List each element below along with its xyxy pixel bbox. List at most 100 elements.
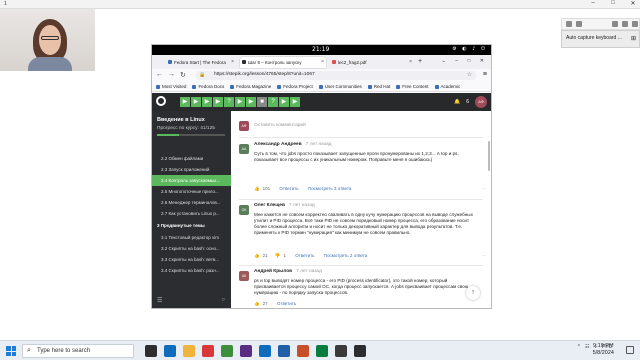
bookmark-item[interactable]: Fedora Project [277,84,313,89]
capture-tool-icon[interactable] [622,21,628,27]
taskbar-app-icon[interactable] [278,345,290,357]
notifications-icon[interactable]: 🔔 [454,99,460,105]
step-tile[interactable]: ? [224,97,234,107]
collapse-sidebar-icon[interactable]: ☰ [157,298,162,304]
capture-tool-icon[interactable] [566,21,572,27]
view-replies-link[interactable]: Посмотреть 3 ответа [308,186,351,191]
comment-compose[interactable]: АФ Оставить комментарий [239,119,483,133]
author-name[interactable]: Олег Клещев [254,203,285,208]
settings-circle-icon[interactable]: ○ [221,297,225,303]
gnome-clock[interactable]: 21:19 [312,46,329,53]
reply-link[interactable]: Ответить [295,253,314,258]
taskbar-app-icon[interactable] [145,345,157,357]
lesson-item[interactable]: 3.3 Скрипты на bash: ветв... [152,254,231,265]
minimize-icon[interactable]: – [588,0,598,7]
chevron-up-icon[interactable]: ^ [578,344,580,350]
step-tile[interactable]: ▶ [191,97,201,107]
capture-tool-icon[interactable] [612,21,618,27]
step-tile-current[interactable]: ■ [257,97,267,107]
dislike-icon[interactable]: 👎 [275,253,281,258]
author-name[interactable]: Андрей Крылов [254,269,292,274]
step-tile[interactable]: ▶ [246,97,256,107]
lesson-item[interactable]: 3.2 Скрипты на bash: осно... [152,243,231,254]
bookmark-item[interactable]: Free Content [396,84,429,89]
scrollbar[interactable] [488,141,490,171]
lesson-item[interactable]: 2.5 Многопоточные прило... [152,186,231,197]
new-tab-icon[interactable]: + [418,58,422,65]
stepik-logo-icon[interactable] [156,96,166,106]
taskbar-app-icon[interactable] [183,345,195,357]
step-tile[interactable]: ▶ [213,97,223,107]
taskbar-app-icon[interactable] [240,345,252,357]
taskbar-search[interactable]: ⌕ Type here to search [22,344,134,358]
taskbar-app-icon[interactable] [259,345,271,357]
comment-avatar[interactable]: ОК [239,205,249,215]
system-tray-icons[interactable]: ⚙ ◐ ♪ ⏻ [452,46,487,52]
reply-link[interactable]: Ответить [277,301,296,306]
like-icon[interactable]: 👍 [254,186,260,191]
lesson-item[interactable]: 3.4 Скрипты на bash: разн... [152,265,231,276]
taskbar-app-icon[interactable] [297,345,309,357]
hamburger-menu-icon[interactable]: ≡ [483,71,487,78]
lesson-item[interactable]: 2.6 Менеджер терминалов... [152,197,231,208]
author-name[interactable]: Александр Андреев [254,142,302,147]
network-icon[interactable]: ☷ [585,344,589,350]
comment-time[interactable]: 7 лет назад [296,269,322,274]
comment-time[interactable]: 7 лет назад [289,203,315,208]
lesson-item-active[interactable]: 2.4 Контроль запускаемых... [152,175,231,186]
notifications-icon[interactable] [626,346,634,354]
forward-icon[interactable]: → [168,71,175,78]
close-icon[interactable]: ✕ [628,0,638,7]
taskbar-app-icon[interactable] [221,345,233,357]
bookmark-item[interactable]: Fedora Docs [192,84,224,89]
back-icon[interactable]: ← [156,71,163,78]
view-replies-link[interactable]: Посмотреть 2 ответа [324,253,367,258]
step-tile[interactable]: ▶ [290,97,300,107]
browser-window-controls[interactable]: ⌄ – □ ✕ [442,58,488,64]
taskbar-app-icon[interactable] [164,345,176,357]
capture-tool-icon[interactable] [632,21,638,27]
bookmark-item[interactable]: Fedora Magazine [230,84,271,89]
bookmark-item[interactable]: User Communities [318,84,362,89]
close-tab-icon[interactable]: × [409,59,412,65]
module-header[interactable]: 3 Продвинутые темы [152,219,231,232]
bookmark-star-icon[interactable]: ☆ [467,71,472,78]
taskbar-app-icon[interactable] [202,345,214,357]
scroll-to-top-button[interactable]: ↑ [466,286,480,300]
close-tab-icon[interactable]: × [321,59,324,65]
capture-panel[interactable]: Auto capture keyboard ... ⊞ [561,30,640,48]
capture-tool-icon[interactable] [576,21,582,27]
lesson-item[interactable]: 2.3 Запуск приложений [152,164,231,175]
step-tile[interactable]: ▶ [279,97,289,107]
user-avatar[interactable]: АФ [475,96,487,108]
browser-tab[interactable]: Fedora Start | The Fedora × [166,57,236,68]
more-options-icon[interactable]: ⋯ [482,253,487,259]
taskbar-clock[interactable]: 9:19 PM 5/8/2024 [593,343,614,357]
taskbar-app-icon[interactable] [354,345,366,357]
reply-link[interactable]: Ответить [279,186,298,191]
maximize-icon[interactable]: □ [608,0,618,7]
browser-tab[interactable]: lec2_frag2.pdf × [330,57,414,68]
windows-start-icon[interactable] [6,346,16,356]
comment-time[interactable]: 7 лет назад [306,142,332,147]
pin-icon[interactable]: ⊞ [631,35,636,42]
step-tile[interactable]: ▶ [180,97,190,107]
bookmark-item[interactable]: Most Visited [156,84,186,89]
lesson-item[interactable]: 3.1 Текстовый редактор vim [152,232,231,243]
taskbar-app-icon[interactable] [316,345,328,357]
address-bar[interactable]: 🔒 https://stepik.org/lesson/4765/step/8?… [196,71,476,80]
step-tile[interactable]: ▶ [202,97,212,107]
like-icon[interactable]: 👍 [254,253,260,258]
step-tile[interactable]: ▶ [235,97,245,107]
bookmark-item[interactable]: Red Hat [367,84,390,89]
bookmark-item[interactable]: Academic [434,84,460,89]
lock-icon[interactable]: 🔒 [199,72,205,78]
reload-icon[interactable]: ↻ [180,71,186,79]
lesson-item[interactable]: 2.7 Как установить Linux р... [152,208,231,219]
like-icon[interactable]: 👍 [254,301,260,306]
course-title[interactable]: Введение в Linux [157,117,205,123]
browser-tab-active[interactable]: Шаг 8 – Контроль запуску × [240,57,326,68]
close-tab-icon[interactable]: × [231,59,234,65]
step-tile[interactable]: ? [268,97,278,107]
taskbar-app-icon[interactable] [335,345,347,357]
